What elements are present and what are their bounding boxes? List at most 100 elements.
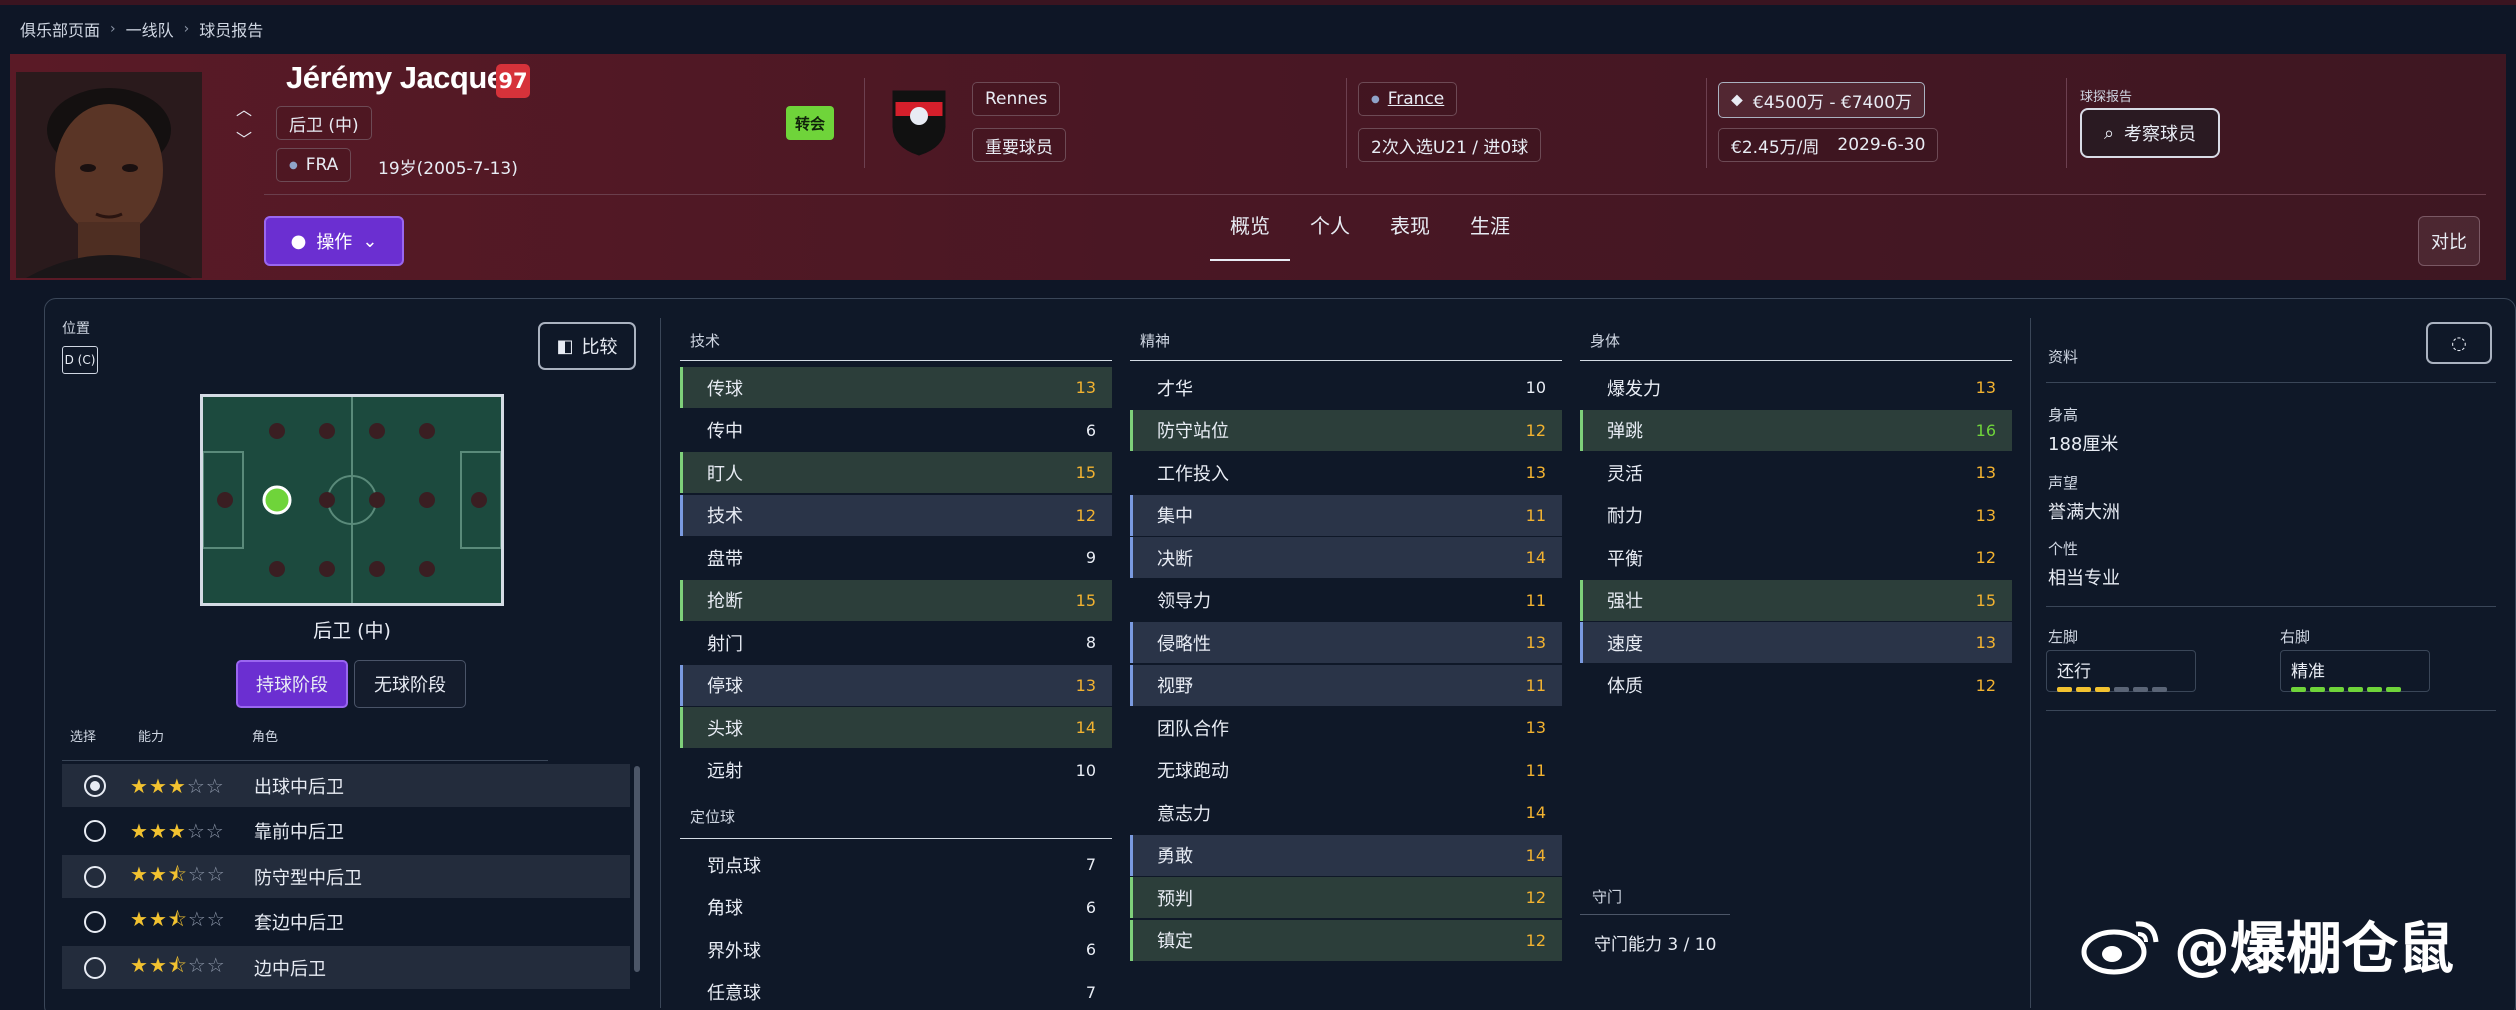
role-row[interactable]: ★★⯪☆☆ 套边中后卫 (62, 901, 630, 944)
nation-box[interactable]: ● France (1358, 82, 1458, 116)
divider (2066, 78, 2067, 168)
attribute-row[interactable]: 镇定 12 (1130, 919, 1562, 961)
nation-code-box[interactable]: ● FRA (276, 148, 352, 182)
attribute-name: 射门 (707, 633, 743, 655)
left-foot-box: 还行 (2046, 650, 2196, 692)
tab-personal[interactable]: 个人 (1290, 204, 1370, 261)
actions-button[interactable]: ● 操作 ⌄ (264, 216, 404, 266)
attribute-name: 镇定 (1157, 931, 1193, 952)
out-of-possession-toggle[interactable]: 无球阶段 (354, 660, 466, 708)
role-radio[interactable] (84, 820, 106, 842)
compare-positions-button[interactable]: ◧ 比较 (538, 322, 636, 370)
profile-icon[interactable]: ◌ (2426, 322, 2492, 364)
attribute-row[interactable]: 团队合作 13 (1130, 707, 1562, 748)
attribute-row[interactable]: 射门 8 (680, 622, 1112, 663)
attribute-row[interactable]: 抢断 15 (680, 579, 1112, 621)
attribute-row[interactable]: 防守站位 12 (1130, 409, 1562, 451)
attribute-row[interactable]: 盘带 9 (680, 537, 1112, 578)
role-list-scrollbar[interactable] (634, 766, 640, 972)
attribute-row[interactable]: 传中 6 (680, 410, 1112, 451)
chevron-down-icon[interactable]: ﹀ (236, 126, 252, 150)
club-name-box[interactable]: Rennes (972, 82, 1061, 116)
role-radio[interactable] (84, 774, 106, 797)
role-radio[interactable] (84, 911, 106, 933)
club-crest-icon[interactable] (890, 86, 948, 156)
left-foot-label: 左脚 (2048, 628, 2079, 646)
role-row[interactable]: ★★★☆☆ 靠前中后卫 (62, 810, 630, 853)
attribute-row[interactable]: 侵略性 13 (1130, 622, 1562, 663)
attribute-value: 6 (1085, 940, 1096, 959)
attribute-row[interactable]: 任意球 7 (680, 972, 1112, 1010)
role-row[interactable]: ★★⯪☆☆ 防守型中后卫 (62, 855, 630, 898)
attribute-row[interactable]: 传球 13 (680, 367, 1112, 408)
attribute-value: 6 (1085, 897, 1096, 917)
role-row[interactable]: ★★⯪☆☆ 边中后卫 (62, 946, 630, 989)
attribute-row[interactable]: 头球 14 (680, 707, 1112, 748)
attribute-row[interactable]: 强壮 15 (1580, 579, 2012, 621)
role-row[interactable]: ★★★☆☆ 出球中后卫 (62, 764, 630, 807)
attribute-name: 盯人 (707, 463, 743, 485)
attribute-row[interactable]: 平衡 12 (1580, 537, 2012, 578)
divider (1706, 78, 1707, 168)
attribute-row[interactable]: 弹跳 16 (1580, 409, 2012, 451)
scout-player-button[interactable]: ⌕ 考察球员 (2080, 108, 2220, 158)
attribute-row[interactable]: 远射 10 (680, 750, 1112, 791)
attribute-row[interactable]: 速度 13 (1580, 622, 2012, 663)
attribute-name: 抢断 (707, 591, 743, 612)
technical-attributes: 传球 13 传中 6 盯人 15 技术 12 盘带 9 抢断 15 射门 8 停球 13 头球 14 远射 10 (680, 367, 1112, 792)
attribute-row[interactable]: 无球跑动 11 (1130, 750, 1562, 791)
star-full-icon: ★ (167, 773, 187, 798)
club-name: Rennes (985, 89, 1048, 109)
breadcrumb-first-team[interactable]: 一线队 (126, 17, 174, 41)
transfer-status-badge[interactable]: 转会 (786, 106, 834, 140)
attribute-value: 12 (1975, 548, 1996, 567)
attribute-row[interactable]: 灵活 13 (1580, 452, 2012, 493)
star-full-icon: ★ (130, 861, 149, 886)
attribute-row[interactable]: 爆发力 13 (1580, 367, 2012, 408)
foot-level-bar (2057, 687, 2072, 692)
attribute-row[interactable]: 意志力 14 (1130, 792, 1562, 833)
tab-career[interactable]: 生涯 (1450, 204, 1530, 261)
tab-performance[interactable]: 表现 (1370, 204, 1450, 261)
role-stars: ★★⯪☆☆ (130, 860, 240, 894)
attribute-row[interactable]: 盯人 15 (680, 452, 1112, 493)
attribute-name: 盘带 (707, 548, 743, 570)
attribute-row[interactable]: 工作投入 13 (1130, 452, 1562, 493)
foot-level-bar (2348, 687, 2363, 692)
attribute-row[interactable]: 罚点球 7 (680, 844, 1112, 885)
chevron-up-icon[interactable]: ︿ (236, 96, 252, 120)
attribute-value: 10 (1525, 378, 1546, 397)
goalkeeping-divider (1580, 914, 1730, 915)
contract-box: €2.45万/周 2029-6-30 (1718, 128, 1939, 162)
attribute-value: 12 (1525, 930, 1546, 950)
attribute-row[interactable]: 领导力 11 (1130, 580, 1562, 621)
breadcrumb-player-report: 球员报告 (199, 21, 264, 40)
attribute-row[interactable]: 界外球 6 (680, 929, 1112, 970)
attribute-row[interactable]: 预判 12 (1130, 877, 1562, 918)
role-radio[interactable] (84, 865, 106, 888)
tab-overview[interactable]: 概览 (1210, 204, 1290, 261)
attribute-row[interactable]: 体质 12 (1580, 665, 2012, 706)
compare-button[interactable]: 对比 (2418, 216, 2480, 266)
attribute-row[interactable]: 勇敢 14 (1130, 834, 1562, 876)
attribute-row[interactable]: 才华 10 (1130, 367, 1562, 408)
attribute-name: 强壮 (1607, 591, 1643, 612)
attribute-value: 10 (1075, 760, 1096, 780)
attribute-row[interactable]: 耐力 13 (1580, 495, 2012, 536)
in-possession-toggle[interactable]: 持球阶段 (236, 660, 348, 708)
attribute-row[interactable]: 决断 14 (1130, 537, 1562, 578)
right-foot-label: 右脚 (2280, 628, 2311, 646)
attribute-row[interactable]: 视野 11 (1130, 664, 1562, 706)
attribute-row[interactable]: 角球 6 (680, 887, 1112, 928)
attribute-row[interactable]: 停球 13 (680, 664, 1112, 706)
attribute-row[interactable]: 集中 11 (1130, 494, 1562, 536)
breadcrumb-club[interactable]: 俱乐部页面 (20, 17, 100, 41)
attribute-value: 13 (1525, 633, 1546, 652)
value-box[interactable]: ⬥ €4500万 - €7400万 (1718, 82, 1926, 118)
attribute-value: 12 (1525, 888, 1546, 907)
set-pieces-divider (680, 838, 1112, 839)
attribute-value: 14 (1525, 548, 1546, 567)
role-radio[interactable] (84, 956, 106, 979)
attribute-row[interactable]: 技术 12 (680, 494, 1112, 536)
right-foot-box: 精准 (2280, 650, 2430, 692)
